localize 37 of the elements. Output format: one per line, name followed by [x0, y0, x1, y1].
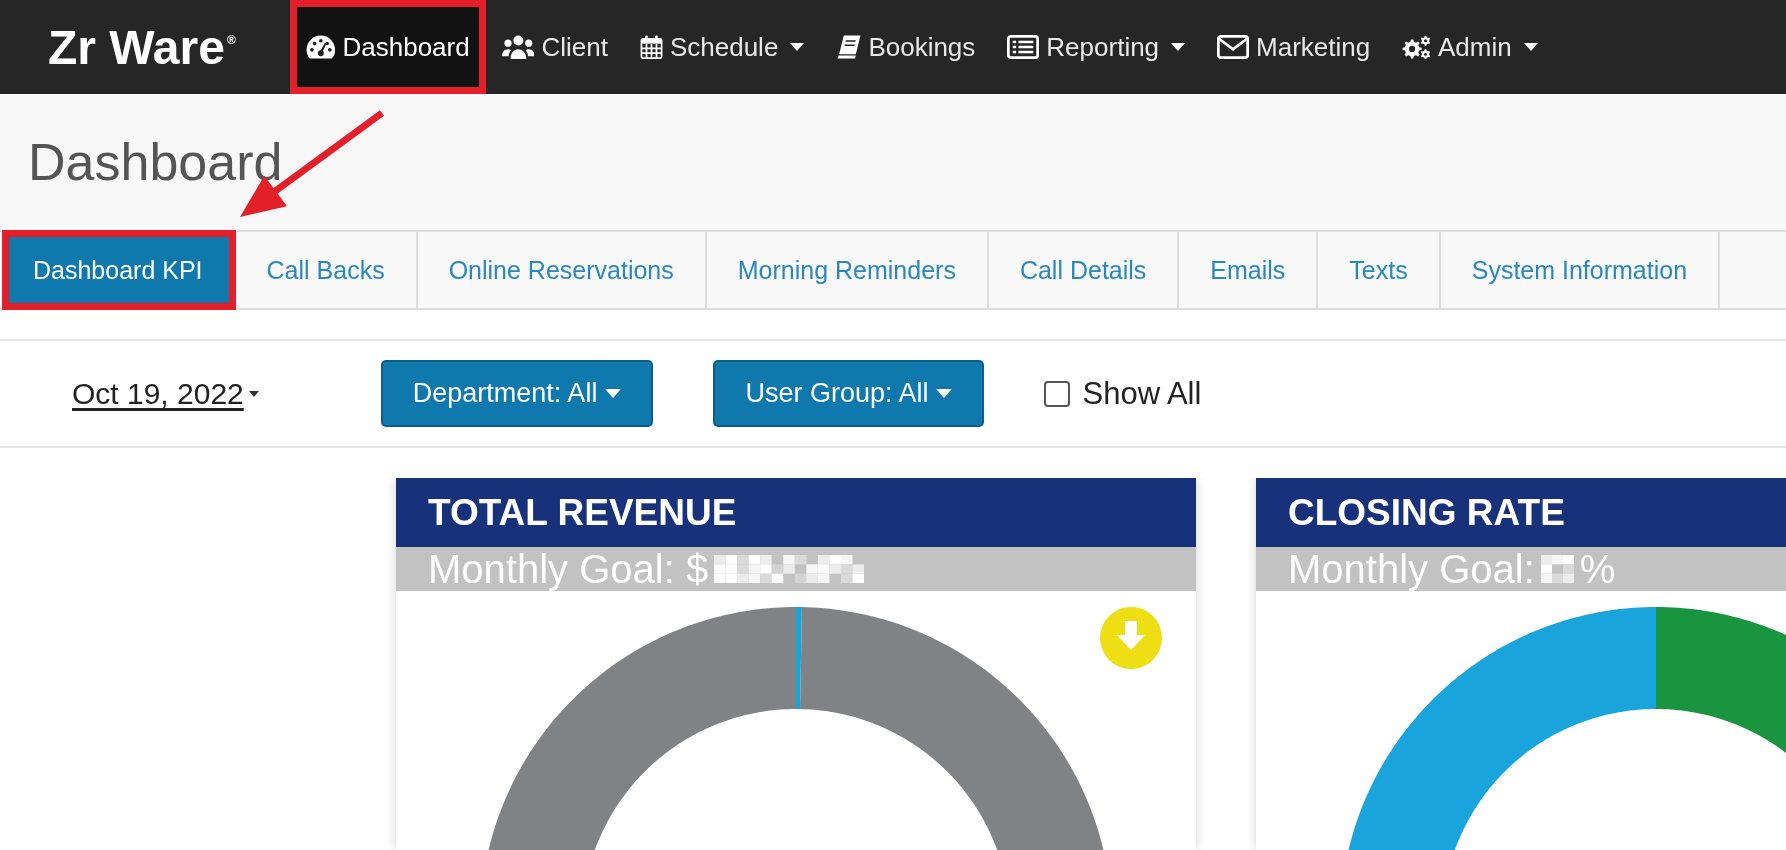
nav-menu-item[interactable]: Marketing — [1201, 0, 1387, 94]
tab[interactable]: Call Backs — [235, 230, 418, 310]
list-icon — [1007, 35, 1040, 59]
nav-menu-item[interactable]: Admin — [1386, 0, 1554, 94]
page-title: Dashboard — [28, 131, 283, 193]
brand-logo[interactable]: Zr Ware$^{®}$ — [48, 19, 236, 75]
gauge-icon — [305, 35, 336, 59]
caret-icon — [936, 389, 953, 398]
date-picker-link[interactable]: Oct 19, 2022 — [72, 376, 259, 411]
book-icon — [836, 35, 862, 59]
tab[interactable]: Texts — [1318, 230, 1441, 310]
tab[interactable]: Emails — [1179, 230, 1319, 310]
checkbox-label: Show All — [1082, 375, 1202, 412]
tab[interactable]: Online Reservations — [417, 230, 707, 310]
tab[interactable]: Call Details — [988, 230, 1180, 310]
nav-menu-item[interactable]: Reporting — [991, 0, 1202, 94]
filter-dropdown-button[interactable]: Department: All — [380, 360, 654, 427]
envelope-icon — [1217, 35, 1250, 59]
nav-menu-item[interactable]: Dashboard — [289, 0, 486, 94]
caret-icon — [605, 389, 622, 398]
calendar-icon — [639, 35, 663, 59]
tab[interactable]: System Information — [1440, 230, 1721, 310]
goal-unit: % — [1579, 547, 1616, 591]
users-icon — [501, 35, 535, 59]
goal-label: Monthly Goal: — [1288, 547, 1535, 591]
card-title: TOTAL REVENUE — [396, 478, 1196, 547]
caret-icon — [248, 390, 259, 397]
filter-dropdown-button[interactable]: User Group: All — [713, 360, 985, 427]
tab[interactable]: Dashboard KPI — [2, 230, 236, 310]
tab[interactable]: Morning Reminders — [706, 230, 989, 310]
nav-menu-item[interactable]: Bookings — [820, 0, 992, 94]
goal-label: Monthly Goal: $ — [428, 547, 709, 591]
nav-menu-item[interactable]: Client — [485, 0, 624, 94]
gears-icon — [1402, 35, 1432, 59]
checkbox[interactable] — [1044, 380, 1071, 407]
nav-menu-item[interactable]: Schedule — [623, 0, 821, 94]
card-title: CLOSING RATE — [1256, 478, 1786, 547]
